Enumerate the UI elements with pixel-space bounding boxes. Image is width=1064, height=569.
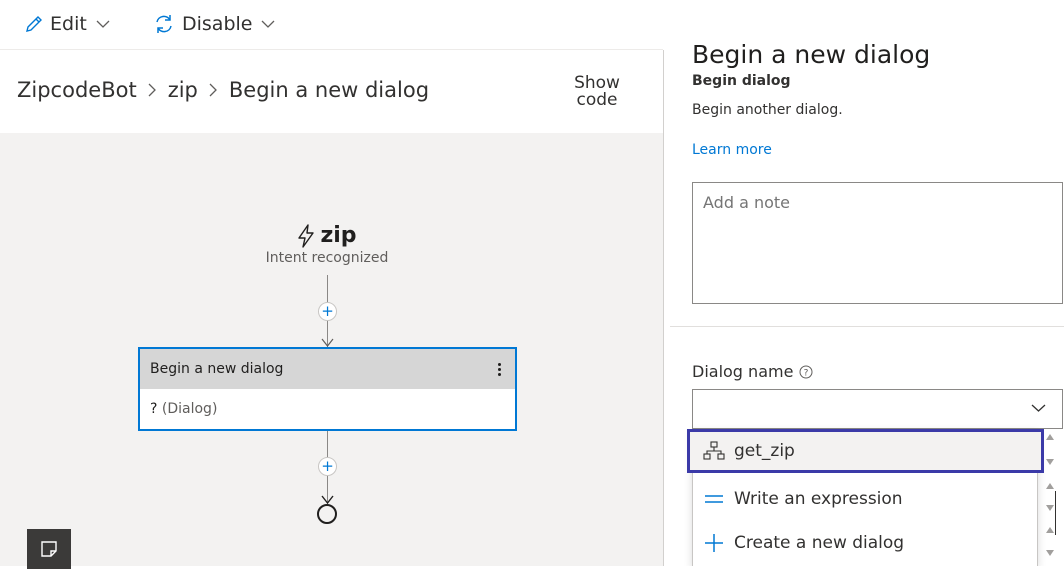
dropdown-scrollbar[interactable] [1040, 429, 1060, 566]
dropdown-option-label: get_zip [734, 441, 795, 461]
refresh-arrows-icon [152, 12, 176, 36]
scroll-up-arrow-icon[interactable] [1046, 527, 1054, 533]
minimap-button[interactable] [27, 529, 71, 569]
arrow-down-icon [321, 495, 334, 504]
dialog-name-label-text: Dialog name [692, 362, 794, 381]
edit-button[interactable]: Edit [24, 0, 110, 48]
panel-title: Begin a new dialog [692, 40, 931, 69]
plus-icon [703, 533, 725, 553]
svg-text:?: ? [804, 368, 809, 378]
add-action-button[interactable]: + [318, 457, 337, 476]
dialog-name-dropdown: get_zip Write an expression Create a new… [687, 429, 1044, 566]
scroll-up-arrow-icon[interactable] [1046, 434, 1054, 440]
note-input[interactable] [692, 182, 1063, 304]
trigger-subtitle: Intent recognized [265, 250, 389, 266]
trigger-node[interactable]: zip Intent recognized [227, 223, 427, 266]
breadcrumb-item-dialog[interactable]: zip [168, 78, 198, 102]
scroll-down-arrow-icon[interactable] [1046, 505, 1054, 511]
flow-canvas[interactable]: zip Intent recognized + Begin a new dial… [0, 133, 663, 569]
dialog-name-select[interactable] [692, 389, 1063, 429]
property-panel: Begin a new dialog Begin dialog Begin an… [664, 0, 1064, 566]
panel-subtitle: Begin dialog [692, 73, 791, 89]
dialog-tree-icon [703, 441, 725, 461]
node-title: Begin a new dialog [150, 361, 284, 377]
node-body: ? (Dialog) [140, 389, 515, 429]
lightning-icon [297, 223, 315, 248]
dropdown-option-get-zip[interactable]: get_zip [687, 429, 1044, 473]
show-code-line2: code [576, 90, 618, 110]
info-icon[interactable]: ? [799, 365, 813, 379]
trigger-title: zip [320, 223, 357, 248]
scroll-down-arrow-icon[interactable] [1046, 459, 1054, 465]
dropdown-option-label: Create a new dialog [734, 533, 905, 553]
pencil-icon [24, 14, 44, 34]
chevron-down-icon [261, 19, 275, 29]
dropdown-option-create-dialog[interactable]: Create a new dialog [693, 521, 1037, 565]
expression-icon [703, 492, 725, 506]
scroll-down-arrow-icon[interactable] [1046, 550, 1054, 556]
dialog-name-label: Dialog name ? [692, 362, 813, 381]
dropdown-option-write-expression[interactable]: Write an expression [693, 477, 1037, 521]
edit-label: Edit [50, 13, 87, 35]
breadcrumb: ZipcodeBot zip Begin a new dialog [17, 78, 429, 102]
breadcrumb-item-action[interactable]: Begin a new dialog [229, 78, 429, 102]
add-action-button[interactable]: + [318, 302, 337, 321]
node-body-prefix: ? [150, 401, 158, 417]
disable-label: Disable [182, 13, 253, 35]
scroll-up-arrow-icon[interactable] [1046, 483, 1054, 489]
begin-dialog-node[interactable]: Begin a new dialog ? (Dialog) [138, 347, 517, 431]
dropdown-option-label: Write an expression [734, 489, 903, 509]
chevron-right-icon [148, 82, 157, 98]
more-options-icon[interactable] [494, 361, 505, 378]
section-divider [670, 326, 1064, 327]
chevron-down-icon [1031, 403, 1046, 413]
panel-description: Begin another dialog. [692, 102, 843, 118]
disable-button[interactable]: Disable [152, 0, 275, 48]
note-icon [39, 539, 59, 559]
breadcrumb-item-bot[interactable]: ZipcodeBot [17, 78, 137, 102]
learn-more-link[interactable]: Learn more [692, 142, 772, 158]
chevron-down-icon [96, 19, 110, 29]
chevron-right-icon [209, 82, 218, 98]
flow-end-circle [317, 504, 337, 524]
node-body-value: (Dialog) [161, 401, 218, 417]
toolbar: Edit Disable [0, 0, 663, 50]
arrow-down-icon [321, 338, 334, 347]
show-code-button[interactable]: Show code [572, 75, 622, 109]
